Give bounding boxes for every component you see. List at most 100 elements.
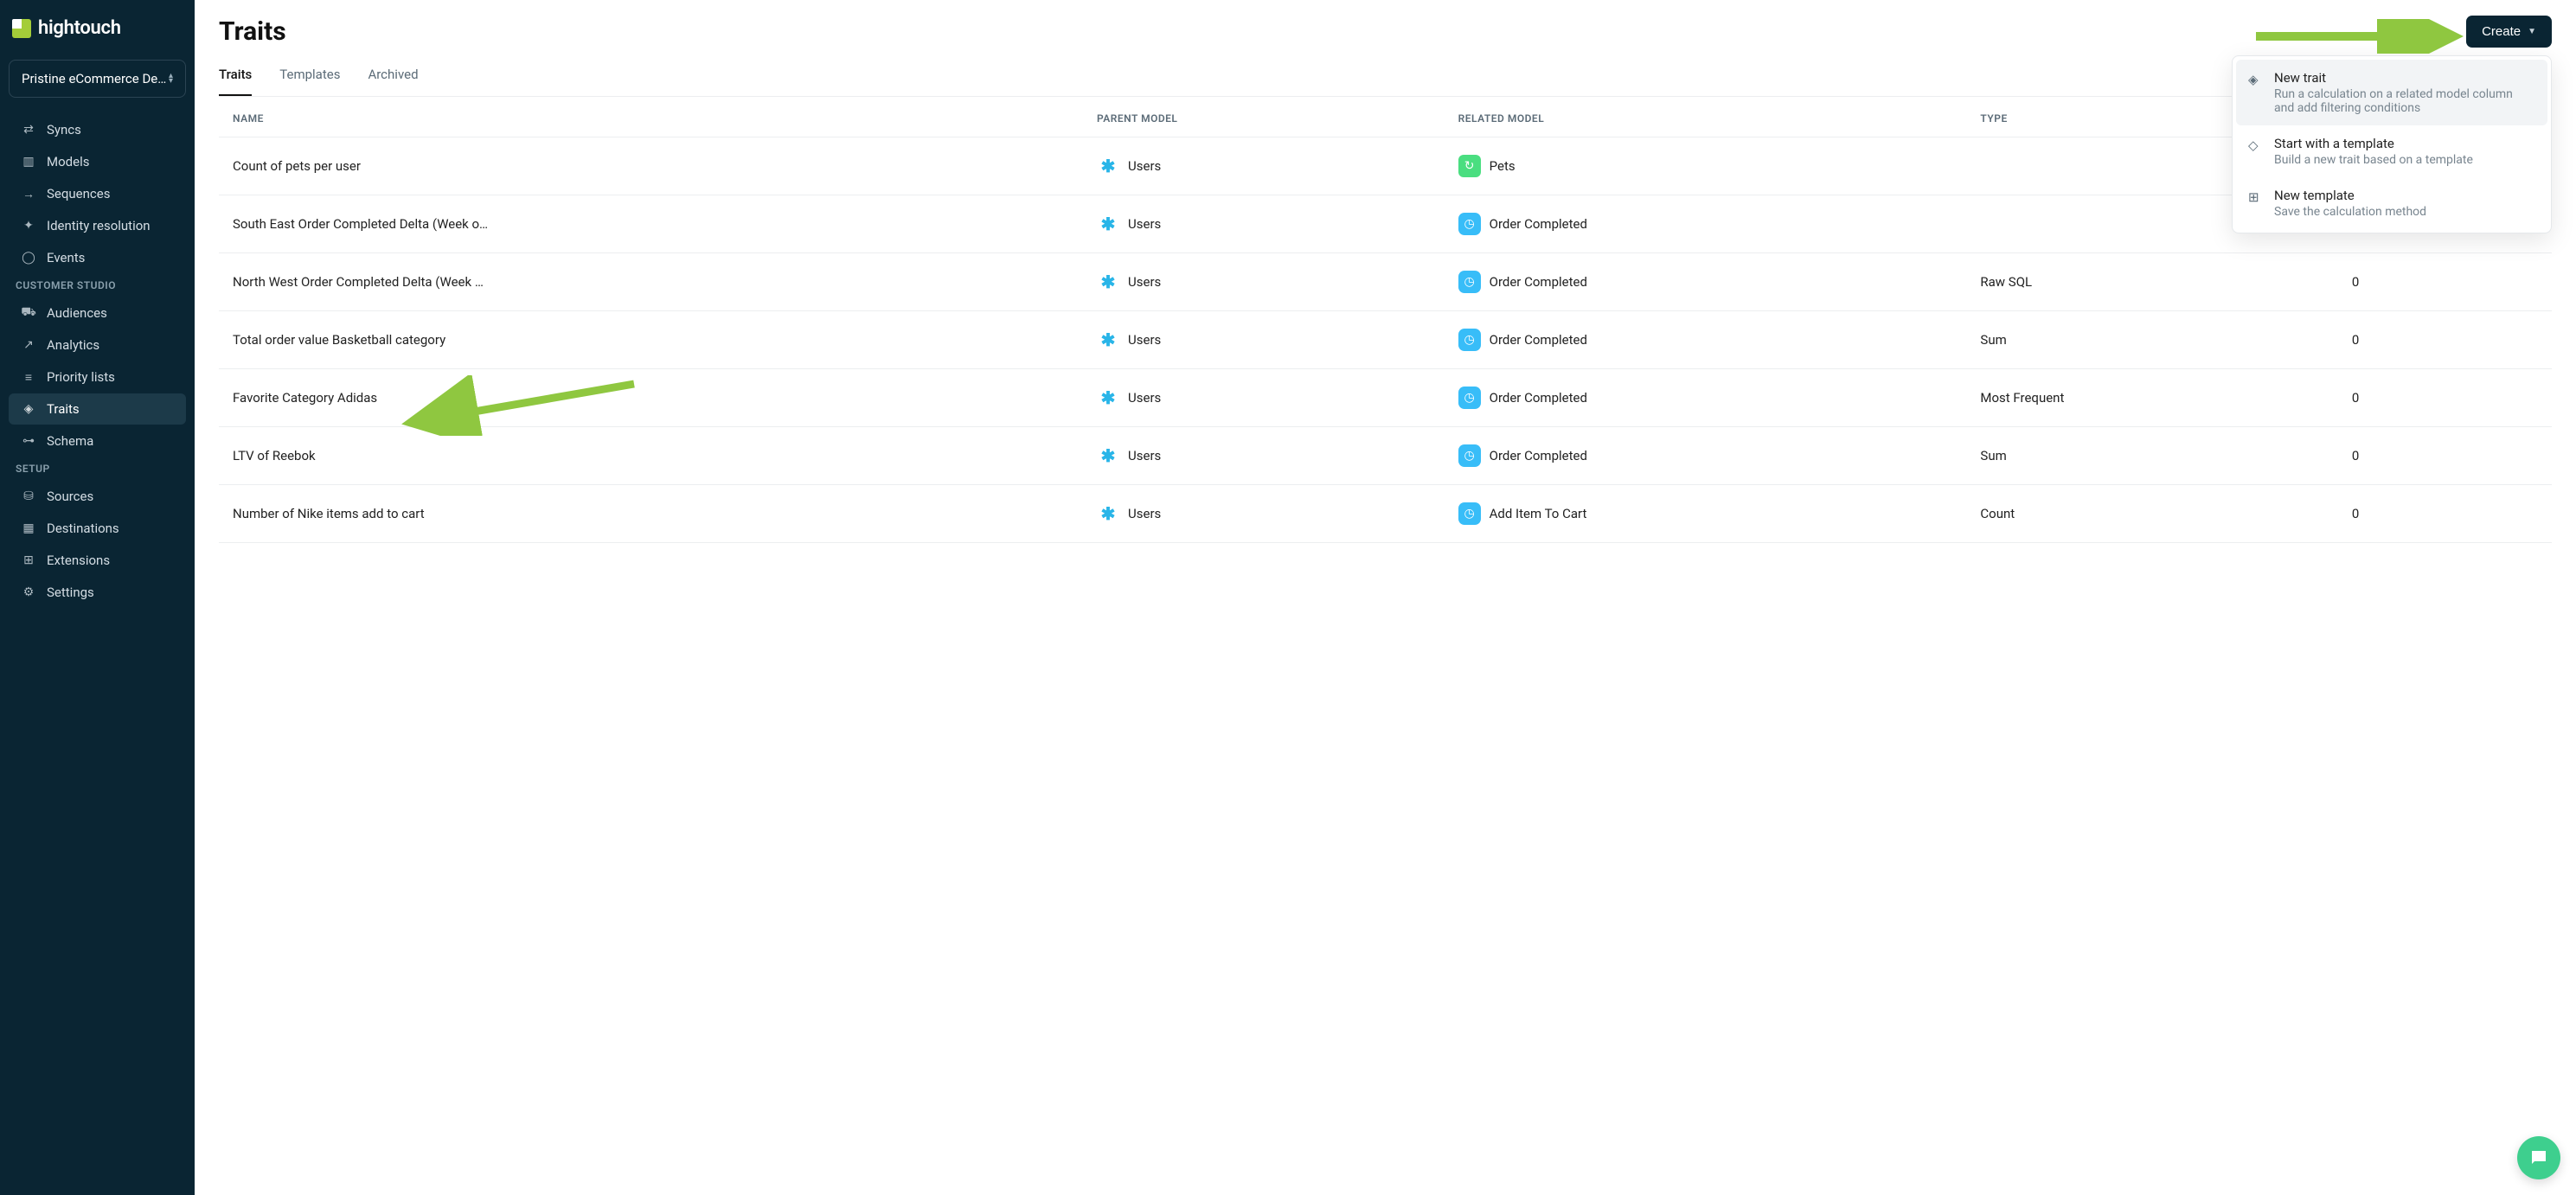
traits-table: NAMEPARENT MODELRELATED MODELTYPECOUNT C… [219, 97, 2552, 543]
traits-icon: ◈ [21, 401, 36, 417]
related-model-cell: ◷Add Item To Cart [1445, 485, 1967, 543]
table-row[interactable]: Number of Nike items add to cart✱Users◷A… [219, 485, 2552, 543]
related-model-cell: ◷ Order Completed [1445, 427, 1967, 485]
sidebar-item-models[interactable]: ▥Models [9, 146, 186, 177]
tab-traits[interactable]: Traits [219, 56, 252, 96]
page-header: Traits Create ▼ [219, 16, 2552, 48]
chevron-down-icon: ▼ [2528, 27, 2536, 36]
trait-name: LTV of Reebok [219, 427, 1083, 485]
parent-model-label: Users [1128, 506, 1161, 521]
trait-name: Count of pets per user [219, 137, 1083, 195]
sidebar-item-priority-lists[interactable]: ≡Priority lists [9, 361, 186, 393]
related-model-icon: ◷ [1458, 444, 1481, 467]
parent-model-cell: ✱Users [1083, 485, 1445, 543]
create-label: Create [2482, 24, 2521, 39]
parent-model-label: Users [1128, 390, 1161, 406]
logo-mark-icon [12, 19, 31, 38]
parent-model-cell: ✱Users [1083, 427, 1445, 485]
sidebar-item-identity-resolution[interactable]: ✦Identity resolution [9, 210, 186, 241]
related-model-cell: ◷Order Completed [1445, 253, 1967, 311]
trait-type: Sum [1966, 311, 2337, 369]
dropdown-item-title: New trait [2274, 70, 2535, 86]
table-row[interactable]: North West Order Completed Delta (Week …… [219, 253, 2552, 311]
logo-text: hightouch [38, 17, 121, 39]
snowflake-icon: ✱ [1097, 387, 1119, 409]
sidebar: hightouch Pristine eCommerce De… ▴▾ ⇄Syn… [0, 0, 195, 1195]
create-button[interactable]: Create ▼ [2466, 16, 2552, 48]
snowflake-icon: ✱ [1097, 444, 1119, 467]
dropdown-item-new-trait[interactable]: ◈ New traitRun a calculation on a related… [2236, 60, 2547, 125]
related-model-cell: ◷Order Completed [1445, 311, 1967, 369]
trait-name: Number of Nike items add to cart [219, 485, 1083, 543]
trait-name: Total order value Basketball category [219, 311, 1083, 369]
caret-updown-icon: ▴▾ [169, 73, 173, 84]
related-model-label: Order Completed [1490, 448, 1587, 463]
related-model-icon: ◷ [1458, 271, 1481, 293]
sidebar-item-syncs[interactable]: ⇄Syncs [9, 114, 186, 145]
dropdown-item-new-template[interactable]: ⊞New templateSave the calculation method [2236, 177, 2547, 229]
related-model-icon: ◷ [1458, 329, 1481, 351]
snowflake-icon: ✱ [1097, 213, 1119, 235]
parent-model-label: Users [1128, 158, 1161, 174]
table-row[interactable]: Favorite Category Adidas✱Users◷Order Com… [219, 369, 2552, 427]
workspace-selector[interactable]: Pristine eCommerce De… ▴▾ [9, 60, 186, 98]
workspace-label: Pristine eCommerce De… [22, 71, 166, 86]
identity-resolution-icon: ✦ [21, 218, 36, 233]
dropdown-item-desc: Run a calculation on a related model col… [2274, 87, 2535, 115]
sidebar-item-extensions[interactable]: ⊞ Extensions [9, 545, 186, 576]
sidebar-item-schema[interactable]: ⊶ Schema [9, 425, 186, 457]
sidebar-item-label: Traits [47, 401, 80, 417]
related-model-cell: ◷Order Completed [1445, 369, 1967, 427]
tab-templates[interactable]: Templates [279, 56, 340, 96]
sequences-icon: → [21, 186, 36, 201]
table-row[interactable]: LTV of Reebok✱Users◷Order CompletedSum0 [219, 427, 2552, 485]
extensions-icon: ⊞ [21, 553, 36, 568]
trait-type: Sum [1966, 427, 2337, 485]
table-row[interactable]: Count of pets per user✱Users↻Pets [219, 137, 2552, 195]
tabs: Traits Templates Archived [219, 56, 2552, 97]
sidebar-item-label: Schema [47, 433, 93, 449]
events-icon: ◯ [21, 250, 36, 265]
sidebar-item-label: Extensions [47, 553, 110, 568]
logo[interactable]: hightouch [0, 9, 195, 53]
sources-icon: ⛁ [21, 489, 36, 504]
sidebar-item-label: Syncs [47, 122, 81, 137]
trait-name: South East Order Completed Delta (Week o… [219, 195, 1083, 253]
sidebar-item-sources[interactable]: ⛁ Sources [9, 481, 186, 512]
related-model-label: Order Completed [1490, 216, 1587, 232]
related-model-label: Pets [1490, 158, 1515, 174]
sidebar-item-label: Analytics [47, 337, 99, 353]
dropdown-item-desc: Save the calculation method [2274, 205, 2426, 219]
sidebar-item-settings[interactable]: ⚙Settings [9, 577, 186, 608]
tab-archived[interactable]: Archived [368, 56, 418, 96]
related-model-icon: ◷ [1458, 213, 1481, 235]
related-model-label: Add Item To Cart [1490, 506, 1587, 521]
sidebar-item-analytics[interactable]: ↗ Analytics [9, 329, 186, 361]
table-row[interactable]: Total order value Basketball category✱Us… [219, 311, 2552, 369]
dropdown-item-icon: ◇ [2248, 136, 2264, 167]
trait-count: 0 [2338, 369, 2552, 427]
sidebar-item-label: Destinations [47, 521, 119, 536]
sidebar-item-label: Audiences [47, 305, 107, 321]
dropdown-item-icon: ◈ [2248, 70, 2264, 115]
chat-widget[interactable] [2517, 1136, 2560, 1179]
parent-model-cell: ✱Users [1083, 311, 1445, 369]
sidebar-item-label: Priority lists [47, 369, 115, 385]
sidebar-item-audiences[interactable]: ⛟Audiences [9, 297, 186, 329]
column-header: RELATED MODEL [1445, 97, 1967, 137]
models-icon: ▥ [21, 154, 36, 169]
sidebar-item-destinations[interactable]: ▦Destinations [9, 513, 186, 544]
sidebar-item-sequences[interactable]: →Sequences [9, 178, 186, 209]
table-row[interactable]: South East Order Completed Delta (Week o… [219, 195, 2552, 253]
section-customer-studio: CUSTOMER STUDIO [0, 274, 195, 297]
trait-type: Count [1966, 485, 2337, 543]
dropdown-item-start-with-a-template[interactable]: ◇Start with a templateBuild a new trait … [2236, 125, 2547, 177]
sidebar-item-label: Sources [47, 489, 93, 504]
sidebar-item-traits[interactable]: ◈ Traits [9, 393, 186, 425]
related-model-cell: ◷ Order Completed [1445, 195, 1967, 253]
sidebar-item-events[interactable]: ◯Events [9, 242, 186, 273]
analytics-icon: ↗ [21, 337, 36, 353]
parent-model-label: Users [1128, 274, 1161, 290]
schema-icon: ⊶ [21, 433, 36, 449]
main-content: Traits Create ▼ TraitsTemplatesArchived … [195, 0, 2576, 1195]
